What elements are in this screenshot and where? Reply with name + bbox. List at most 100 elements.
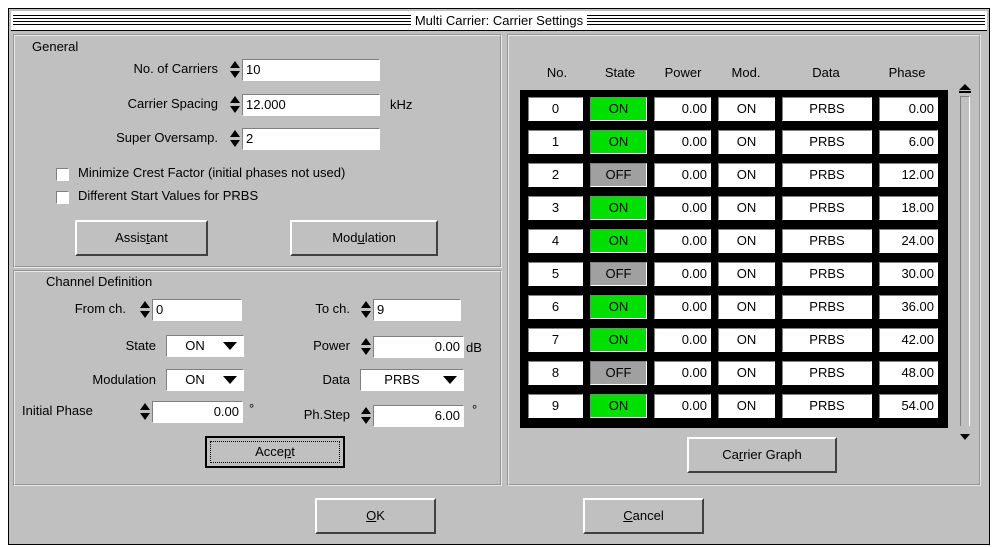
cell-phase[interactable]: 36.00 <box>879 295 938 319</box>
cell-no[interactable]: 4 <box>528 229 583 253</box>
cell-power[interactable]: 0.00 <box>654 196 711 220</box>
cell-state[interactable]: OFF <box>590 163 647 187</box>
carriers-input[interactable]: 10 <box>242 59 380 81</box>
cell-state[interactable]: ON <box>590 229 647 253</box>
cell-data[interactable]: PRBS <box>782 97 872 121</box>
cell-data[interactable]: PRBS <box>782 262 872 286</box>
cell-data[interactable]: PRBS <box>782 229 872 253</box>
crest-checkbox[interactable] <box>56 168 69 181</box>
cell-no[interactable]: 3 <box>528 196 583 220</box>
cell-mod[interactable]: ON <box>718 394 775 418</box>
scroll-track[interactable] <box>960 96 970 426</box>
cell-state[interactable]: OFF <box>590 262 647 286</box>
cell-data[interactable]: PRBS <box>782 361 872 385</box>
crest-label: Minimize Crest Factor (initial phases no… <box>78 165 346 180</box>
cell-no[interactable]: 0 <box>528 97 583 121</box>
cell-data[interactable]: PRBS <box>782 328 872 352</box>
scroll-up-icon[interactable] <box>959 84 971 90</box>
cell-state[interactable]: ON <box>590 196 647 220</box>
prbs-checkbox[interactable] <box>56 191 69 204</box>
to-channel-input[interactable]: 9 <box>373 299 461 321</box>
power-input[interactable]: 0.00 <box>373 336 464 358</box>
cell-no[interactable]: 5 <box>528 262 583 286</box>
cell-mod[interactable]: ON <box>718 196 775 220</box>
window-title: Multi Carrier: Carrier Settings <box>410 13 588 28</box>
cell-power[interactable]: 0.00 <box>654 130 711 154</box>
initial-phase-input[interactable]: 0.00 <box>152 401 243 423</box>
cell-mod[interactable]: ON <box>718 163 775 187</box>
cell-no[interactable]: 2 <box>528 163 583 187</box>
cell-mod[interactable]: ON <box>718 295 775 319</box>
power-spinner[interactable] <box>360 337 372 357</box>
ok-button[interactable]: OK <box>315 498 436 534</box>
phase-step-spinner[interactable] <box>360 406 372 426</box>
cell-data[interactable]: PRBS <box>782 196 872 220</box>
cell-phase[interactable]: 6.00 <box>879 130 938 154</box>
cell-state[interactable]: ON <box>590 130 647 154</box>
spacing-input[interactable]: 12.000 <box>242 94 380 116</box>
cell-power[interactable]: 0.00 <box>654 97 711 121</box>
cell-mod[interactable]: ON <box>718 130 775 154</box>
data-dropdown[interactable]: PRBS <box>360 369 464 391</box>
cell-power[interactable]: 0.00 <box>654 295 711 319</box>
cell-power[interactable]: 0.00 <box>654 361 711 385</box>
cell-phase[interactable]: 0.00 <box>879 97 938 121</box>
column-header-no: No. <box>546 65 568 80</box>
cell-state[interactable]: ON <box>590 295 647 319</box>
cell-phase[interactable]: 48.00 <box>879 361 938 385</box>
phase-step-input[interactable]: 6.00 <box>373 405 464 427</box>
cell-state[interactable]: ON <box>590 328 647 352</box>
cell-power[interactable]: 0.00 <box>654 328 711 352</box>
cell-power[interactable]: 0.00 <box>654 394 711 418</box>
cell-no[interactable]: 7 <box>528 328 583 352</box>
carriers-spinner[interactable] <box>229 60 241 80</box>
cell-data[interactable]: PRBS <box>782 394 872 418</box>
chevron-down-icon <box>443 376 457 384</box>
cell-phase[interactable]: 24.00 <box>879 229 938 253</box>
cell-data[interactable]: PRBS <box>782 163 872 187</box>
cell-data[interactable]: PRBS <box>782 130 872 154</box>
cell-phase[interactable]: 18.00 <box>879 196 938 220</box>
cell-phase[interactable]: 54.00 <box>879 394 938 418</box>
carrier-graph-button[interactable]: Carrier Graph <box>687 437 837 473</box>
cell-phase[interactable]: 12.00 <box>879 163 938 187</box>
cancel-button[interactable]: Cancel <box>583 498 704 534</box>
cell-state[interactable]: ON <box>590 394 647 418</box>
cell-mod[interactable]: ON <box>718 97 775 121</box>
to-channel-spinner[interactable] <box>360 300 372 320</box>
cell-phase[interactable]: 42.00 <box>879 328 938 352</box>
cell-data[interactable]: PRBS <box>782 295 872 319</box>
oversamp-spinner[interactable] <box>229 129 241 149</box>
cell-state[interactable]: ON <box>590 97 647 121</box>
assistant-button[interactable]: Assistant <box>75 220 208 256</box>
cell-state[interactable]: OFF <box>590 361 647 385</box>
cell-mod[interactable]: ON <box>718 262 775 286</box>
cell-power[interactable]: 0.00 <box>654 229 711 253</box>
spacing-unit: kHz <box>390 97 413 112</box>
general-legend: General <box>30 39 81 54</box>
data-label: Data <box>322 372 350 387</box>
initial-phase-spinner[interactable] <box>139 402 151 422</box>
cell-mod[interactable]: ON <box>718 229 775 253</box>
from-channel-input[interactable]: 0 <box>152 299 242 321</box>
cell-mod[interactable]: ON <box>718 361 775 385</box>
cell-power[interactable]: 0.00 <box>654 262 711 286</box>
cell-phase[interactable]: 30.00 <box>879 262 938 286</box>
cell-mod[interactable]: ON <box>718 328 775 352</box>
title-bar[interactable]: Multi Carrier: Carrier Settings <box>11 11 987 31</box>
oversamp-input[interactable]: 2 <box>242 128 380 150</box>
cell-no[interactable]: 6 <box>528 295 583 319</box>
spacing-spinner[interactable] <box>229 95 241 115</box>
cell-power[interactable]: 0.00 <box>654 163 711 187</box>
cell-no[interactable]: 1 <box>528 130 583 154</box>
scroll-down-icon[interactable] <box>960 434 970 440</box>
from-channel-spinner[interactable] <box>139 300 151 320</box>
modulation-dropdown[interactable]: ON <box>166 369 244 391</box>
modulation-button[interactable]: Modulation <box>290 220 438 256</box>
state-dropdown[interactable]: ON <box>166 335 244 357</box>
cell-no[interactable]: 9 <box>528 394 583 418</box>
initial-phase-unit: ° <box>249 401 255 416</box>
accept-button[interactable]: Accept <box>205 436 345 468</box>
cell-no[interactable]: 8 <box>528 361 583 385</box>
carrier-scrollbar[interactable] <box>955 82 979 450</box>
